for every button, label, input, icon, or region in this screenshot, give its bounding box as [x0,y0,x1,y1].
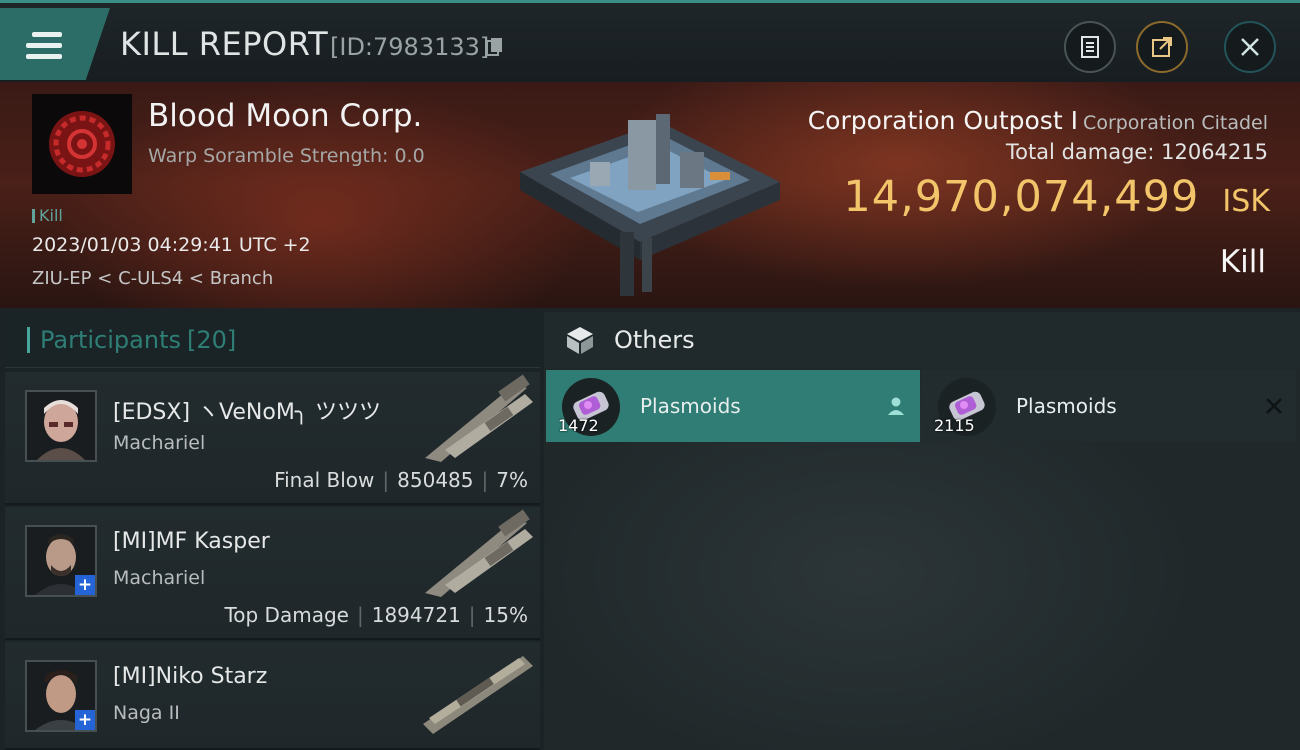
participant-role: Final Blow [274,468,375,492]
corp-logo[interactable] [32,94,132,194]
pilot-portrait-icon [27,392,95,460]
item-name: Plasmoids [640,394,741,418]
clipboard-button[interactable] [1064,21,1116,73]
loot-item[interactable]: 1472 Plasmoids [546,370,920,442]
participant-name[interactable]: [MI]Niko Starz [113,664,267,689]
page-title: KILL REPORT [120,25,329,63]
corp-emblem-icon [49,111,115,177]
hamburger-menu-icon [26,32,62,60]
participant-name[interactable]: [EDSX] ヽVeNoM╮ ツツツ [113,394,381,426]
x-icon[interactable] [1264,396,1284,416]
person-icon [888,397,904,415]
close-icon [1241,38,1259,56]
avatar[interactable]: + [25,525,97,597]
report-id: [ID:7983133] [330,33,490,61]
clipboard-icon [1081,36,1099,58]
kill-datetime: 2023/01/03 04:29:41 UTC +2 [32,234,311,256]
item-quantity: 1472 [558,416,599,435]
target-name[interactable]: Corporation Outpost I [808,106,1078,135]
kill-result: Kill [1219,244,1266,280]
total-damage-label: Total damage: [1005,140,1155,164]
warp-scramble-strength: Warp Soramble Strength: 0.0 [148,145,425,167]
copy-icon[interactable] [486,37,504,57]
participants-count: [20] [186,325,237,354]
others-panel: Others 1472 Plasmoids 2115 Plasmoids [544,312,1300,750]
isk-unit: ISK [1222,184,1270,219]
participant-ship: Machariel [113,567,206,589]
loot-item[interactable]: 2115 Plasmoids [922,370,1296,442]
participant-damage: 1894721 [371,603,461,627]
plus-badge: + [75,575,95,595]
participant-damage: 850485 [397,468,474,492]
participants-panel: Participants [20] [EDSX] ヽVeNoM╮ ツツツ Mac… [5,312,540,750]
kill-location[interactable]: ZIU-EP < C-ULS4 < Branch [32,268,273,289]
share-button[interactable] [1136,21,1188,73]
participants-label: Participants [40,325,181,354]
ship-image[interactable] [415,644,537,736]
avatar[interactable] [25,390,97,462]
ship-image[interactable] [415,374,537,466]
participants-header[interactable]: Participants [20] [5,312,540,368]
participant-ship: Naga II [113,702,180,724]
title-bar: KILL REPORT [ID:7983133] [0,0,1300,82]
participant-row[interactable]: + [MI]Niko Starz Naga II [5,642,540,750]
close-button[interactable] [1224,21,1276,73]
share-icon [1152,37,1172,57]
total-damage-value: 12064215 [1161,140,1268,164]
cube-icon [567,327,593,354]
others-header[interactable]: Others [544,312,1300,368]
kill-tag: Kill [32,206,63,225]
participant-role: Top Damage [224,603,349,627]
victim-corporation[interactable]: Blood Moon Corp. [148,98,422,134]
plus-badge: + [75,710,95,730]
target-type: Corporation Citadel [1083,112,1268,134]
item-quantity: 2115 [934,416,975,435]
item-name: Plasmoids [1016,394,1117,418]
others-label: Others [614,326,695,354]
isk-value: 14,970,074,499 [843,172,1200,222]
participant-percent: 7% [496,468,528,492]
participant-percent: 15% [483,603,528,627]
structure-image[interactable] [510,102,790,302]
participant-name[interactable]: [MI]MF Kasper [113,529,270,554]
participant-ship: Machariel [113,432,206,454]
kill-banner: Blood Moon Corp. Warp Soramble Strength:… [0,82,1300,308]
participant-row[interactable]: + [MI]MF Kasper Machariel Top Damage | 189… [5,507,540,640]
avatar[interactable]: + [25,660,97,732]
ship-image[interactable] [415,509,537,601]
participant-row[interactable]: [EDSX] ヽVeNoM╮ ツツツ Machariel Final Blow |… [5,372,540,505]
menu-button[interactable] [0,8,110,80]
